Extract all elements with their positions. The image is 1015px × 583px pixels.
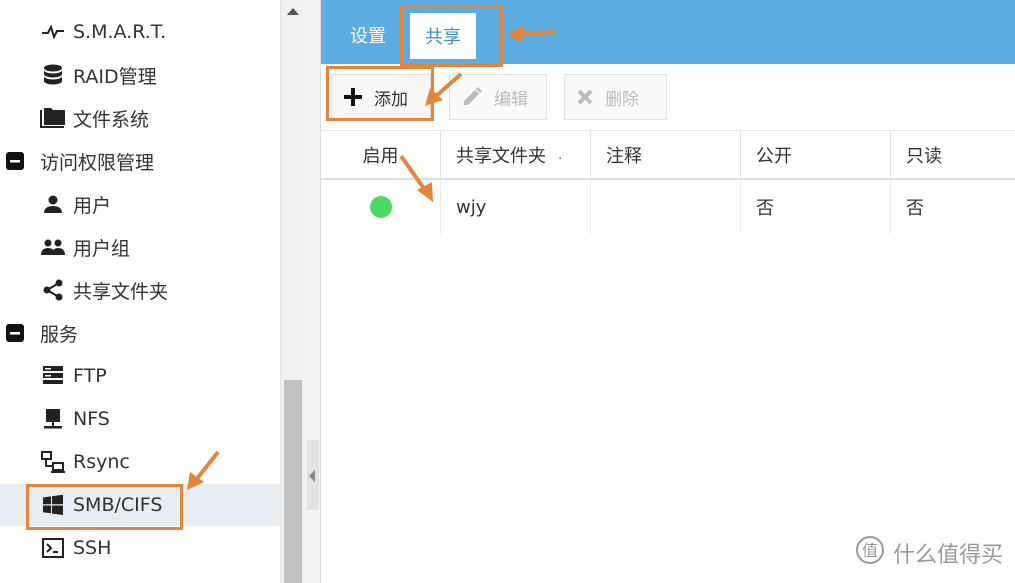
watermark-text: 什么值得买 bbox=[892, 543, 1003, 568]
scroll-up-icon[interactable] bbox=[287, 8, 299, 15]
pencil-icon bbox=[462, 87, 482, 107]
sidebar-item-label: FTP bbox=[73, 365, 107, 387]
server-icon bbox=[40, 364, 66, 388]
sidebar-group-label: 服务 bbox=[40, 323, 79, 346]
cell-folder: wjy bbox=[441, 180, 591, 234]
delete-button[interactable]: 删除 bbox=[564, 74, 667, 120]
terminal-icon bbox=[40, 536, 66, 560]
watermark: 值 什么值得买 bbox=[855, 535, 1003, 571]
close-icon bbox=[577, 89, 593, 105]
sidebar-item-rsync[interactable]: Rsync bbox=[0, 441, 280, 483]
collapse-minus-icon bbox=[6, 321, 24, 345]
network-icon bbox=[40, 450, 66, 474]
shares-table: 启用 共享文件夹 . 注释 公开 只读 wjy 否 否 bbox=[321, 130, 1015, 234]
cell-comment bbox=[591, 180, 741, 234]
sidebar-collapse-strip[interactable] bbox=[305, 0, 321, 583]
sidebar-item-smart[interactable]: S.M.A.R.T. bbox=[0, 11, 280, 53]
users-icon bbox=[40, 235, 66, 259]
folder-icon bbox=[40, 106, 66, 130]
sort-indicator: . bbox=[558, 147, 563, 163]
collapse-handle[interactable] bbox=[307, 440, 319, 510]
table-row[interactable]: wjy 否 否 bbox=[321, 180, 1015, 234]
sidebar-item-raid[interactable]: RAID管理 bbox=[0, 54, 280, 96]
sidebar: S.M.A.R.T. RAID管理 文件系统 访问权限管理 用户 用户组 共享文… bbox=[0, 0, 280, 583]
database-icon bbox=[40, 63, 66, 87]
tab-bar: 设置 共享 bbox=[321, 0, 1015, 64]
sidebar-item-label: 共享文件夹 bbox=[73, 280, 169, 303]
sidebar-group-label: 访问权限管理 bbox=[40, 151, 155, 174]
svg-text:值: 值 bbox=[862, 541, 878, 560]
edit-button-label: 编辑 bbox=[494, 89, 528, 110]
col-header-public[interactable]: 公开 bbox=[741, 131, 891, 179]
collapse-minus-icon bbox=[6, 149, 24, 173]
sidebar-item-label: Rsync bbox=[73, 451, 130, 473]
toolbar: 添加 编辑 删除 bbox=[321, 64, 1015, 130]
plus-icon bbox=[344, 88, 362, 106]
sidebar-item-shared-folders[interactable]: 共享文件夹 bbox=[0, 269, 280, 311]
sidebar-item-label: 用户组 bbox=[73, 237, 131, 260]
col-header-folder-label: 共享文件夹 bbox=[456, 146, 546, 167]
sidebar-item-label: 用户 bbox=[73, 194, 112, 217]
cell-readonly: 否 bbox=[906, 198, 924, 219]
add-button-label: 添加 bbox=[374, 89, 408, 110]
sidebar-item-label: NFS bbox=[73, 408, 110, 430]
edit-button[interactable]: 编辑 bbox=[449, 74, 547, 120]
enabled-status-icon bbox=[369, 196, 392, 218]
sidebar-scrollbar[interactable] bbox=[280, 0, 305, 583]
sidebar-group-services[interactable]: 服务 bbox=[0, 312, 280, 354]
sidebar-item-users[interactable]: 用户 bbox=[0, 183, 280, 225]
nfs-icon bbox=[40, 407, 66, 431]
col-header-enabled[interactable]: 启用 bbox=[321, 131, 441, 179]
add-button[interactable]: 添加 bbox=[331, 74, 431, 120]
collapse-left-icon bbox=[309, 470, 315, 482]
col-header-folder[interactable]: 共享文件夹 . bbox=[441, 131, 591, 179]
delete-button-label: 删除 bbox=[605, 89, 639, 110]
sidebar-item-ssh[interactable]: SSH bbox=[0, 527, 280, 569]
user-icon bbox=[40, 192, 66, 216]
watermark-logo-icon: 值 bbox=[855, 535, 885, 571]
sidebar-item-label: SSH bbox=[73, 537, 112, 559]
col-header-comment[interactable]: 注释 bbox=[591, 131, 741, 179]
sidebar-item-groups[interactable]: 用户组 bbox=[0, 226, 280, 268]
cell-enabled bbox=[321, 180, 441, 234]
table-header: 启用 共享文件夹 . 注释 公开 只读 bbox=[321, 130, 1015, 180]
share-icon bbox=[40, 278, 66, 302]
sidebar-item-smb-cifs[interactable]: SMB/CIFS bbox=[0, 484, 280, 526]
scroll-thumb[interactable] bbox=[284, 380, 302, 583]
tab-settings[interactable]: 设置 bbox=[339, 12, 397, 58]
sidebar-item-label: 文件系统 bbox=[73, 108, 150, 131]
cell-public: 否 bbox=[741, 180, 891, 234]
windows-icon bbox=[40, 493, 66, 517]
sidebar-item-nfs[interactable]: NFS bbox=[0, 398, 280, 440]
sidebar-item-label: S.M.A.R.T. bbox=[73, 21, 167, 43]
pulse-icon bbox=[40, 20, 66, 44]
main-panel: 设置 共享 添加 编辑 删除 启用 共享文件夹 . 注释 公开 只读 wjy 否… bbox=[321, 0, 1015, 583]
sidebar-item-filesystem[interactable]: 文件系统 bbox=[0, 97, 280, 139]
sidebar-item-label: SMB/CIFS bbox=[73, 494, 163, 516]
col-header-readonly[interactable]: 只读 bbox=[891, 131, 1015, 179]
sidebar-item-ftp[interactable]: FTP bbox=[0, 355, 280, 397]
sidebar-group-access[interactable]: 访问权限管理 bbox=[0, 140, 280, 182]
tab-share[interactable]: 共享 bbox=[409, 12, 477, 60]
sidebar-item-label: RAID管理 bbox=[73, 65, 157, 88]
